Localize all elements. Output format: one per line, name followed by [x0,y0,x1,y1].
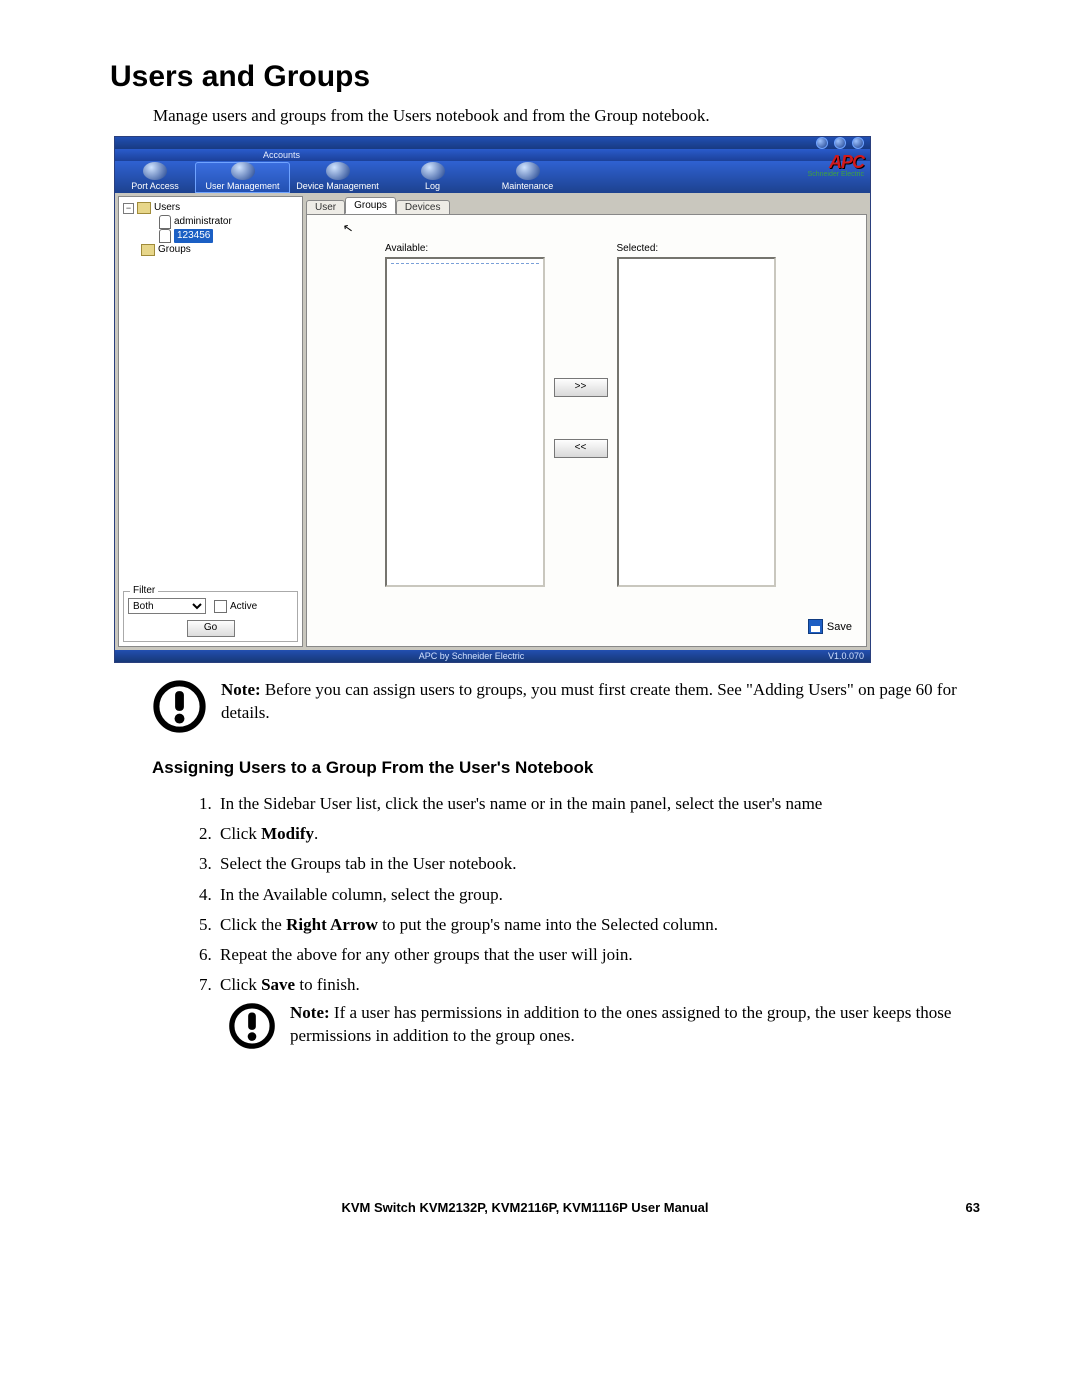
step-item: Click the Right Arrow to put the group's… [216,911,980,938]
note-label: Note: [290,1003,330,1022]
tree-label-selected: 123456 [174,229,213,243]
titlebar [115,137,870,149]
tree-node-groups[interactable]: Groups [123,243,298,257]
user-icon [159,229,171,243]
checkbox-icon [214,600,227,613]
main-nav: Port Access User Management Device Manag… [115,161,870,193]
available-listbox[interactable] [385,257,545,587]
nav-label: Port Access [131,181,179,191]
user-icon [231,162,255,180]
tab-groups[interactable]: Groups [345,197,396,214]
selected-listbox[interactable] [617,257,777,587]
step-item: In the Available column, select the grou… [216,881,980,908]
steps-list: In the Sidebar User list, click the user… [196,790,980,998]
nav-label: Log [425,181,440,191]
note-text: Note: Before you can assign users to gro… [221,679,980,725]
folder-icon [141,244,155,256]
notebook-tabs: User Groups Devices [306,196,867,214]
step-item: Select the Groups tab in the User notebo… [216,850,980,877]
selected-label: Selected: [617,243,777,254]
note-block: Note: Before you can assign users to gro… [152,679,980,734]
tree-node-selected-user[interactable]: 123456 [123,229,298,243]
menu-accounts[interactable]: Accounts [263,150,300,160]
sidebar: − Users administrator 123456 Group [118,196,303,647]
tree-label: Users [154,201,180,215]
save-icon [808,619,823,634]
titlebar-icon[interactable] [816,137,828,149]
main-panel: User Groups Devices ↖ Available: >> << [306,196,867,647]
status-text: APC by Schneider Electric [419,651,525,661]
tree-label: Groups [158,243,191,257]
checkbox-label: Active [230,601,257,612]
titlebar-icon[interactable] [852,137,864,149]
app-screenshot: Accounts Port Access User Management Dev… [114,136,871,663]
filter-select[interactable]: Both [128,598,206,614]
footer-page-number: 63 [940,1200,980,1215]
nav-maintenance[interactable]: Maintenance [480,162,575,193]
step-item: Click Save to finish. [216,971,980,998]
titlebar-icon[interactable] [834,137,846,149]
status-bar: APC by Schneider Electric V1.0.070 [115,650,870,662]
step-item: Repeat the above for any other groups th… [216,941,980,968]
apc-logo: APC [808,153,864,171]
step-item: Click Modify. [216,820,980,847]
tree-label: administrator [174,215,232,229]
brand-logo: APC Schneider Electric [808,153,864,178]
nav-port-access[interactable]: Port Access [115,162,195,193]
filter-active-checkbox[interactable]: Active [214,600,257,613]
warning-icon [152,679,207,734]
step-item: In the Sidebar User list, click the user… [216,790,980,817]
log-icon [421,162,445,180]
note-label: Note: [221,680,261,699]
available-label: Available: [385,243,545,254]
tab-content: ↖ Available: >> << Selected: [306,214,867,647]
nav-log[interactable]: Log [385,162,480,193]
go-button[interactable]: Go [187,620,235,637]
available-column: Available: [385,243,545,592]
tab-devices[interactable]: Devices [396,200,450,215]
collapse-icon[interactable]: − [123,203,134,214]
page-footer: KVM Switch KVM2132P, KVM2116P, KVM1116P … [110,1200,980,1215]
move-left-button[interactable]: << [554,439,608,458]
filter-box: Filter Both Active Go [123,591,298,642]
note-block: Note: If a user has permissions in addit… [228,1002,980,1050]
folder-icon [137,202,151,214]
user-tree: − Users administrator 123456 Group [119,197,302,261]
globe-icon [143,162,167,180]
version-text: V1.0.070 [828,651,864,661]
tab-user[interactable]: User [306,200,345,215]
tree-node-admin[interactable]: administrator [123,215,298,229]
tree-node-users[interactable]: − Users [123,201,298,215]
nav-label: Maintenance [502,181,554,191]
save-bar: Save [808,619,852,634]
nav-device-management[interactable]: Device Management [290,162,385,193]
note-text: Note: If a user has permissions in addit… [290,1002,980,1048]
lead-paragraph: Manage users and groups from the Users n… [153,106,980,126]
selected-column: Selected: [617,243,777,592]
subheading: Assigning Users to a Group From the User… [152,758,980,778]
save-button[interactable]: Save [827,621,852,633]
user-icon [159,215,171,229]
schneider-label: Schneider Electric [808,171,864,178]
wrench-icon [516,162,540,180]
nav-user-management[interactable]: User Management [195,162,290,193]
filter-legend: Filter [130,585,158,596]
cursor-icon: ↖ [342,220,354,236]
nav-label: User Management [205,181,279,191]
nav-label: Device Management [296,181,379,191]
device-icon [326,162,350,180]
warning-icon [228,1002,276,1050]
move-buttons: >> << [553,243,609,592]
page-title: Users and Groups [110,60,980,94]
footer-title: KVM Switch KVM2132P, KVM2116P, KVM1116P … [341,1200,708,1215]
move-right-button[interactable]: >> [554,378,608,397]
menubar: Accounts [115,149,870,161]
